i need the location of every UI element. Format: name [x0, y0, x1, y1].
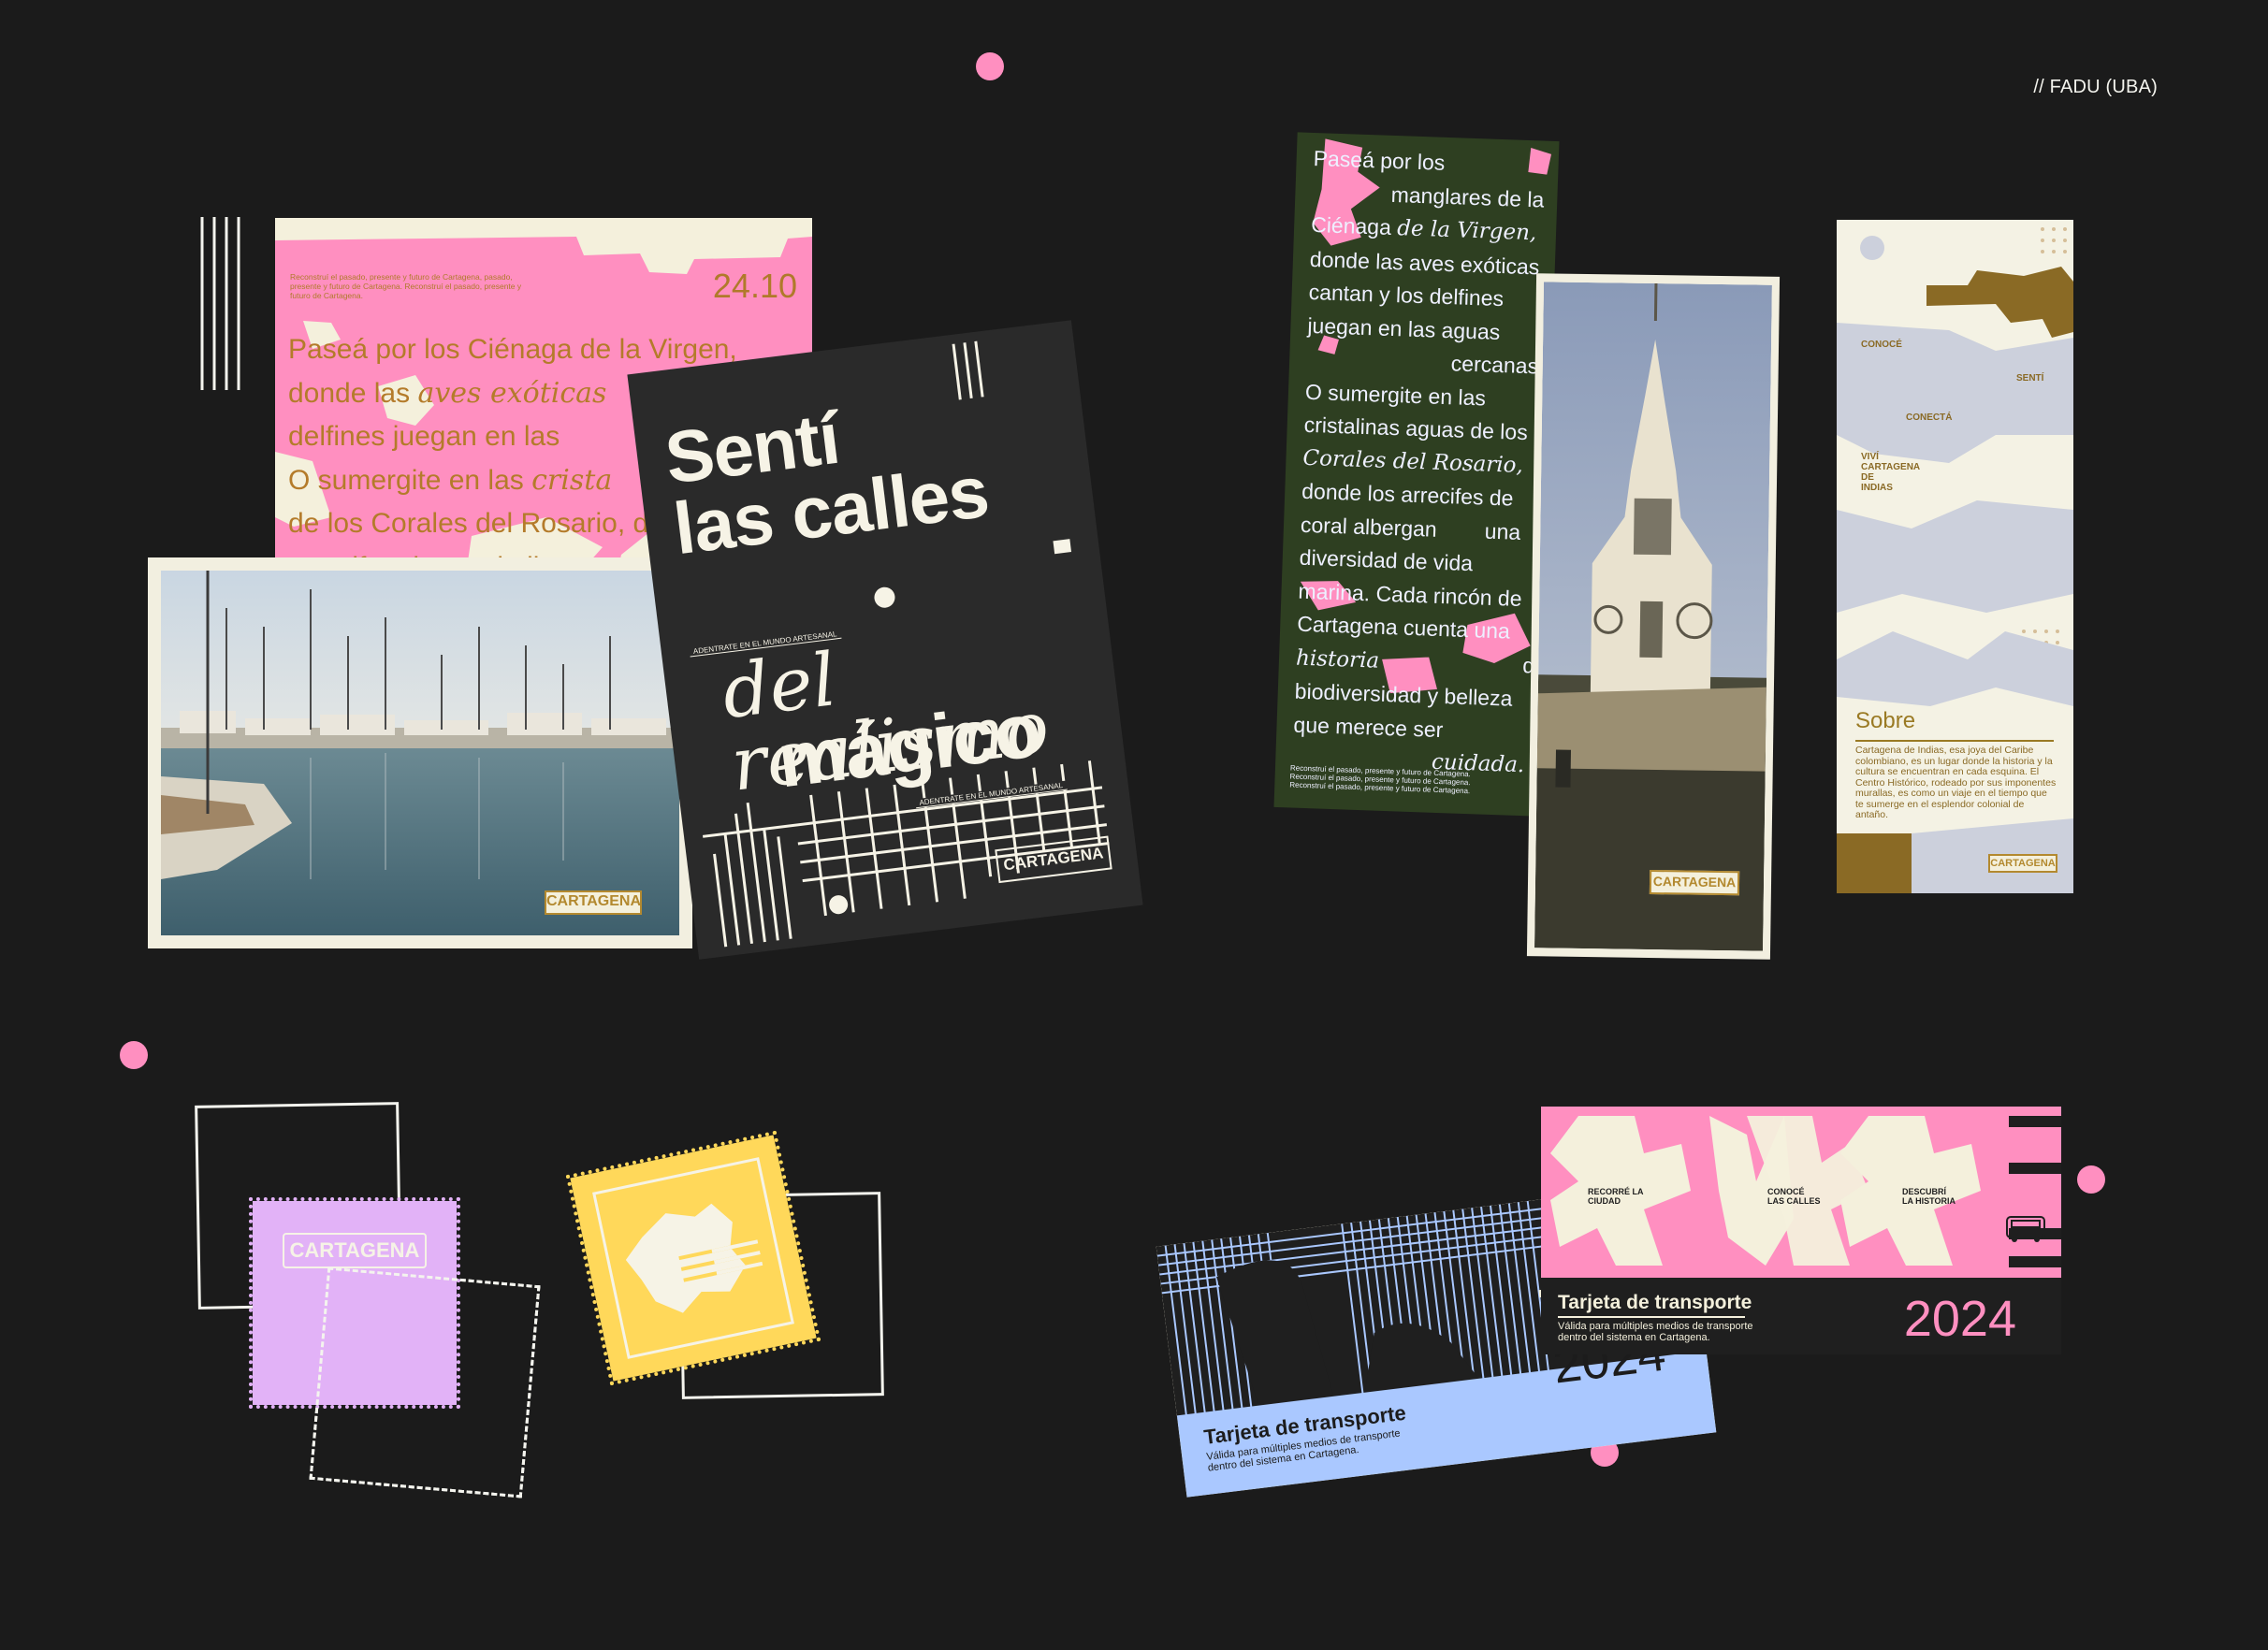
line-segment-italic: aves exóticas — [417, 376, 607, 410]
title-underline — [1855, 740, 2054, 742]
map-label-vivi: VIVÍ CARTAGENA DE INDIAS — [1861, 452, 1921, 493]
title-underline — [1558, 1316, 1745, 1318]
line-segment: donde las — [288, 377, 418, 409]
poster-headline: Sentí las calles — [661, 384, 992, 570]
clock-tower-photo — [1534, 282, 1772, 951]
cartagena-logo-badge: CARTAGENA — [545, 890, 642, 915]
card-label: CONOCÉ LAS CALLES — [1767, 1187, 1821, 1206]
cartagena-logo-badge: CARTAGENA — [1988, 854, 2057, 873]
card-title: Tarjeta de transporte — [1558, 1292, 1752, 1313]
bookmark-description: Cartagena de Indias, esa joya del Caribe… — [1855, 745, 2057, 820]
card-year: 2024 — [1903, 1291, 2016, 1347]
harbor-photo — [161, 571, 679, 935]
green-bookmark-card: Paseá por los manglares de la Ciénaga de l… — [1273, 132, 1560, 817]
cream-bookmark-card: CONOCÉ SENTÍ CONECTÁ VIVÍ CARTAGENA DE I… — [1837, 220, 2073, 893]
bookmark-body-text: Paseá por los manglares de la Ciénaga de l… — [1292, 142, 1547, 783]
line-segment: Paseá por los — [288, 334, 468, 365]
credit-label: // FADU (UBA) — [2033, 77, 2158, 97]
decor-dot — [976, 52, 1004, 80]
map-label-conoce: CONOCÉ — [1861, 340, 1902, 350]
line-segment: O sumergite en las — [288, 464, 532, 496]
line-segment: Ciénaga de la Virgen, — [467, 334, 737, 365]
map-label-senti: SENTÍ — [2016, 373, 2044, 384]
card-subtitle: Válida para múltiples medios de transpor… — [1558, 1321, 1753, 1343]
decor-dot — [120, 1041, 148, 1069]
map-label-conecta: CONECTÁ — [1906, 412, 1953, 423]
line-segment-italic: crista — [531, 463, 613, 497]
card-fineprint: Reconstruí el pasado, presente y futuro … — [290, 272, 522, 300]
bookmark-title: Sobre — [1855, 708, 1916, 733]
decor-dot — [2077, 1165, 2105, 1194]
stamp-dashed-frame — [309, 1266, 541, 1498]
poster-senti-las-calles: Sentí las calles ADENTRATE EN EL MUNDO A… — [627, 320, 1143, 960]
yellow-stamp — [565, 1130, 821, 1386]
line-decoration — [200, 217, 240, 390]
line-segment: de los Corales del Rosario, d — [288, 508, 649, 539]
line-segment: delfines juegan en las — [288, 421, 560, 452]
card-label: RECORRÉ LA CIUDAD — [1588, 1187, 1644, 1206]
harbor-photo-card: CARTAGENA — [148, 557, 692, 948]
cartagena-logo-badge: CARTAGENA — [1649, 869, 1740, 896]
transport-card-pink: RECORRÉ LA CIUDAD CONOCÉ LAS CALLES DESC… — [1541, 1107, 2061, 1354]
card-label: DESCUBRÍ LA HISTORIA — [1902, 1187, 1956, 1206]
clock-tower-photo-card: CARTAGENA — [1526, 273, 1781, 960]
stamp-logo: CARTAGENA — [283, 1233, 427, 1268]
card-date: 24.10 — [712, 267, 797, 305]
